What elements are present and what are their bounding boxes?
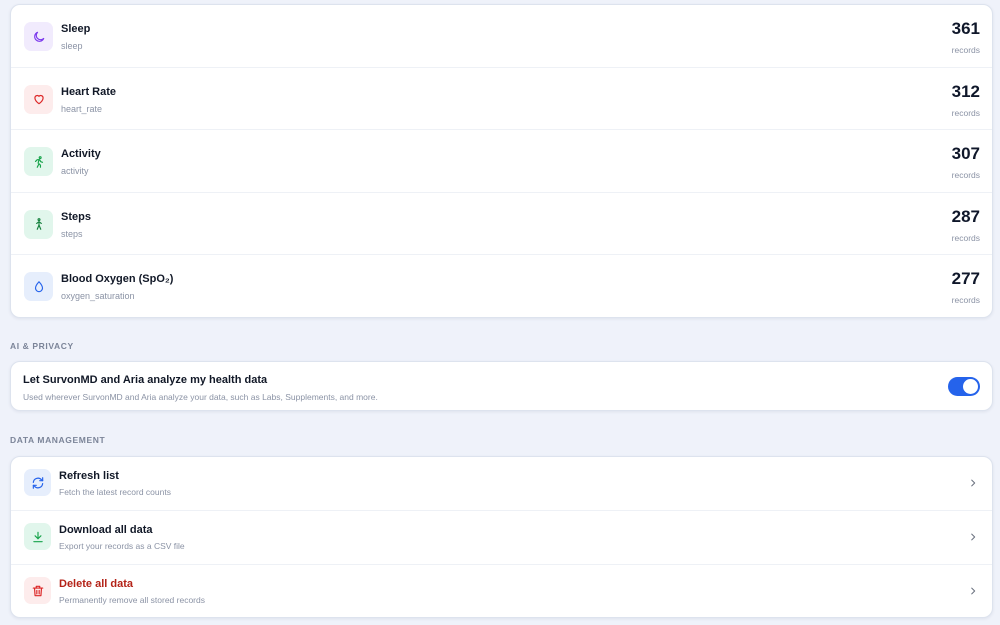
heart-icon bbox=[24, 84, 53, 114]
record-row-sleep: Sleep sleep 361 records bbox=[11, 5, 992, 68]
toggle-knob bbox=[963, 379, 978, 394]
section-label-ai-privacy: AI & PRIVACY bbox=[10, 341, 74, 351]
ai-consent-title: Let SurvonMD and Aria analyze my health … bbox=[23, 374, 268, 386]
record-count: 361 bbox=[951, 19, 980, 38]
record-key: activity bbox=[61, 166, 89, 177]
record-key: oxygen_saturation bbox=[61, 291, 135, 302]
record-count: 312 bbox=[951, 81, 980, 101]
record-unit: records bbox=[951, 45, 980, 55]
ai-privacy-card: Let SurvonMD and Aria analyze my health … bbox=[10, 361, 993, 411]
droplet-icon bbox=[24, 272, 53, 302]
action-description: Export your records as a CSV file bbox=[59, 541, 185, 551]
record-unit: records bbox=[951, 295, 980, 306]
chevron-right-icon bbox=[971, 587, 976, 595]
action-title: Refresh list bbox=[59, 470, 119, 482]
record-row-heart-rate: Heart Rate heart_rate 312 records bbox=[11, 68, 992, 131]
trash-icon bbox=[24, 577, 51, 604]
chevron-right-icon bbox=[971, 533, 976, 541]
running-icon bbox=[24, 147, 53, 177]
section-label-data-management: DATA MANAGEMENT bbox=[10, 435, 106, 445]
record-row-steps: Steps steps 287 records bbox=[11, 193, 992, 256]
record-count: 277 bbox=[951, 269, 980, 289]
data-management-card: Refresh list Fetch the latest record cou… bbox=[10, 456, 993, 618]
record-count: 287 bbox=[951, 206, 980, 226]
refresh-list-button[interactable]: Refresh list Fetch the latest record cou… bbox=[11, 457, 992, 511]
record-title: Sleep bbox=[61, 23, 91, 35]
action-description: Fetch the latest record counts bbox=[59, 487, 171, 497]
walking-icon bbox=[24, 209, 53, 239]
download-icon bbox=[24, 523, 51, 550]
record-unit: records bbox=[951, 232, 980, 243]
moon-icon bbox=[24, 22, 53, 51]
record-title: Blood Oxygen (SpO₂) bbox=[61, 273, 174, 286]
action-title: Download all data bbox=[59, 524, 153, 536]
download-all-data-button[interactable]: Download all data Export your records as… bbox=[11, 511, 992, 565]
record-count: 307 bbox=[951, 144, 980, 164]
ai-consent-description: Used wherever SurvonMD and Aria analyze … bbox=[23, 392, 378, 402]
delete-all-data-button[interactable]: Delete all data Permanently remove all s… bbox=[11, 565, 992, 617]
action-title: Delete all data bbox=[59, 578, 133, 590]
record-key: sleep bbox=[61, 41, 83, 51]
record-row-blood-oxygen: Blood Oxygen (SpO₂) oxygen_saturation 27… bbox=[11, 255, 992, 317]
record-unit: records bbox=[951, 107, 980, 118]
record-title: Activity bbox=[61, 148, 101, 161]
record-title: Steps bbox=[61, 210, 91, 223]
chevron-right-icon bbox=[971, 479, 976, 487]
ai-consent-toggle[interactable] bbox=[948, 377, 980, 396]
record-key: heart_rate bbox=[61, 103, 103, 114]
record-title: Heart Rate bbox=[61, 85, 117, 98]
record-unit: records bbox=[951, 170, 980, 181]
action-description: Permanently remove all stored records bbox=[59, 595, 205, 605]
refresh-icon bbox=[24, 469, 51, 496]
records-card: Sleep sleep 361 records Heart Rate heart… bbox=[10, 4, 993, 318]
record-row-activity: Activity activity 307 records bbox=[11, 130, 992, 193]
record-key: steps bbox=[61, 228, 83, 239]
